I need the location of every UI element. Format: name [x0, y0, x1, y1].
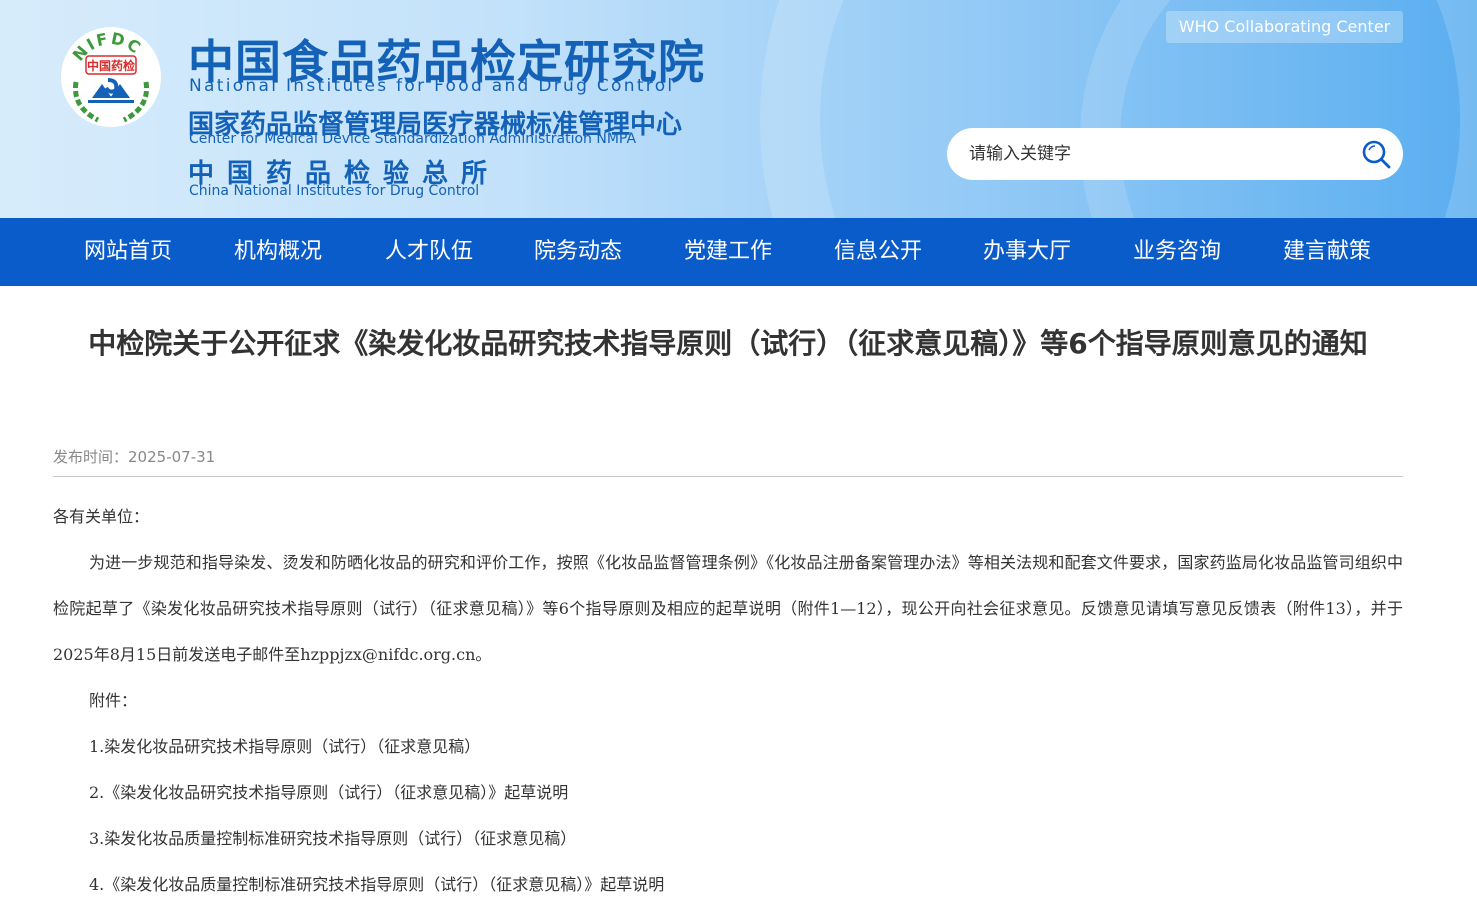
article-body: 各有关单位： 为进一步规范和指导染发、烫发和防晒化妆品的研究和评价工作，按照《化… — [53, 494, 1403, 908]
search-box — [947, 128, 1403, 180]
nav-item-party[interactable]: 党建工作 — [684, 218, 772, 286]
attachments-label: 附件： — [89, 691, 138, 710]
nav-item-news[interactable]: 院务动态 — [534, 218, 622, 286]
nav-item-services[interactable]: 办事大厅 — [983, 218, 1071, 286]
brand-title-en: National Institutes for Food and Drug Co… — [189, 76, 675, 96]
nav-item-talent[interactable]: 人才队伍 — [385, 218, 473, 286]
who-collaborating-center-link[interactable]: WHO Collaborating Center — [1166, 11, 1403, 43]
brand-subtitle-en: Center for Medical Device Standardizatio… — [189, 131, 637, 147]
title-divider — [53, 476, 1403, 477]
attachment-link[interactable]: 4.《染发化妆品质量控制标准研究技术指导原则（试行）（征求意见稿）》起草说明 — [53, 862, 1403, 908]
logo-inner-text: 中国药检 — [87, 58, 135, 73]
attachment-link[interactable]: 3.染发化妆品质量控制标准研究技术指导原则（试行）（征求意见稿） — [53, 816, 1403, 862]
nifdc-logo[interactable]: NIFDC 中国药检 — [58, 22, 164, 128]
article-title: 中检院关于公开征求《染发化妆品研究技术指导原则（试行）（征求意见稿）》等6个指导… — [88, 327, 1368, 360]
site-header: NIFDC 中国药检 中国食品药品检定研究院 National Institut… — [0, 0, 1477, 218]
brand-third-en: China National Institutes for Drug Contr… — [189, 183, 480, 199]
search-icon[interactable] — [1361, 139, 1391, 169]
search-input[interactable] — [969, 140, 1349, 168]
nav-item-about[interactable]: 机构概况 — [234, 218, 322, 286]
attachment-link[interactable]: 2.《染发化妆品研究技术指导原则（试行）（征求意见稿）》起草说明 — [53, 770, 1403, 816]
nav-item-disclosure[interactable]: 信息公开 — [834, 218, 922, 286]
nav-item-home[interactable]: 网站首页 — [84, 218, 172, 286]
greeting: 各有关单位： — [53, 507, 150, 526]
publish-date-label: 发布时间： — [53, 448, 129, 466]
publish-date: 2025-07-31 — [128, 448, 216, 466]
publish-meta: 发布时间：2025-07-31 — [53, 446, 215, 467]
nav-item-consult[interactable]: 业务咨询 — [1133, 218, 1221, 286]
article-paragraph: 为进一步规范和指导染发、烫发和防晒化妆品的研究和评价工作，按照《化妆品监督管理条… — [53, 553, 1403, 664]
nav-item-suggest[interactable]: 建言献策 — [1283, 218, 1371, 286]
main-nav: 网站首页 机构概况 人才队伍 院务动态 党建工作 信息公开 办事大厅 业务咨询 … — [0, 218, 1477, 286]
attachment-link[interactable]: 1.染发化妆品研究技术指导原则（试行）（征求意见稿） — [53, 724, 1403, 770]
